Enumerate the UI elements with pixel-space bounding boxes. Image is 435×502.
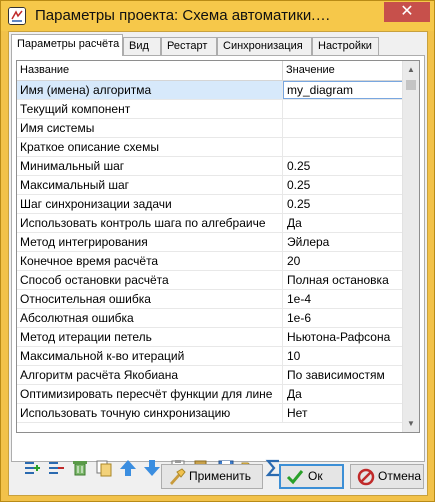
grid-header: Название Значение [17,61,403,81]
dialog-client-area: Параметры расчёта Вид Рестарт Синхрониза… [8,31,428,496]
dialog-buttons: Применить Ок Отмена [9,464,427,494]
window-title: Параметры проекта: Схема автоматики.р... [35,7,335,24]
property-value[interactable]: 0.25 [283,176,403,194]
table-row[interactable]: Относительная ошибка 1e-4 [17,290,403,309]
property-name: Использовать контроль шага по алгебраиче [17,214,283,232]
column-header-value[interactable]: Значение [283,61,403,81]
apply-button[interactable]: Применить [161,464,263,489]
property-value[interactable] [283,119,403,137]
table-row[interactable]: Максимальной к-во итераций 10 [17,347,403,366]
property-value[interactable]: my_diagram [283,81,403,99]
table-row[interactable]: Имя (имена) алгоритма my_diagram [17,81,403,100]
property-name: Конечное время расчёта [17,252,283,270]
property-value[interactable]: Да [283,214,403,232]
property-name: Способ остановки расчёта [17,271,283,289]
property-value[interactable]: 0.25 [283,195,403,213]
vertical-scrollbar[interactable]: ▲ ▼ [402,61,419,432]
table-row[interactable]: Метод итерации петель Ньютона-Рафсона [17,328,403,347]
tab-view[interactable]: Вид [123,37,161,55]
table-row[interactable]: Оптимизировать пересчёт функции для лине… [17,385,403,404]
property-name: Имя системы [17,119,283,137]
table-row[interactable]: Шаг синхронизации задачи 0.25 [17,195,403,214]
table-row[interactable]: Абсолютная ошибка 1e-6 [17,309,403,328]
table-row[interactable]: Способ остановки расчёта Полная остановка [17,271,403,290]
table-row[interactable]: Конечное время расчёта 20 [17,252,403,271]
cancel-label: Отмена [378,469,422,483]
checkmark-icon [286,468,304,486]
property-name: Использовать точную синхронизацию [17,404,283,422]
table-row[interactable]: Использовать контроль шага по алгебраиче… [17,214,403,233]
scroll-thumb[interactable] [406,80,416,90]
property-name: Алгоритм расчёта Якобиана [17,366,283,384]
table-row[interactable]: Краткое описание схемы [17,138,403,157]
close-button[interactable]: ✕ [384,2,430,22]
property-name: Шаг синхронизации задачи [17,195,283,213]
property-value[interactable]: 1e-4 [283,290,403,308]
ok-label: Ок [308,469,323,483]
property-value[interactable]: Ньютона-Рафсона [283,328,403,346]
cancel-icon [357,468,375,486]
grid-rows: Имя (имена) алгоритма my_diagram Текущий к… [17,81,403,423]
property-name: Максимальный шаг [17,176,283,194]
property-name: Текущий компонент [17,100,283,118]
property-value[interactable]: 10 [283,347,403,365]
property-name: Краткое описание схемы [17,138,283,156]
tab-restart[interactable]: Рестарт [161,37,217,55]
table-row[interactable]: Текущий компонент [17,100,403,119]
table-row[interactable]: Максимальный шаг 0.25 [17,176,403,195]
property-name: Метод интегрирования [17,233,283,251]
apply-label: Применить [189,469,252,483]
tab-sync[interactable]: Синхронизация [217,37,312,55]
property-value[interactable] [283,100,403,118]
table-row[interactable]: Алгоритм расчёта Якобиана По зависимостям [17,366,403,385]
ok-button[interactable]: Ок [279,464,344,489]
property-name: Относительная ошибка [17,290,283,308]
property-value[interactable]: По зависимостям [283,366,403,384]
property-value[interactable] [283,138,403,156]
property-value[interactable]: Да [283,385,403,403]
property-value[interactable]: 20 [283,252,403,270]
title-bar[interactable]: Параметры проекта: Схема автоматики.р...… [1,1,434,31]
property-name: Метод итерации петель [17,328,283,346]
properties-grid[interactable]: Название Значение Имя (имена) алгоритма m… [16,60,420,433]
apply-icon [168,468,186,486]
dialog-window: Параметры проекта: Схема автоматики.р...… [0,0,435,502]
tab-settings[interactable]: Настройки [312,37,379,55]
scroll-up-icon[interactable]: ▲ [403,61,419,78]
table-row[interactable]: Имя системы [17,119,403,138]
table-row[interactable]: Использовать точную синхронизацию Нет [17,404,403,423]
property-name: Максимальной к-во итераций [17,347,283,365]
table-row[interactable]: Метод интегрирования Эйлера [17,233,403,252]
property-name: Абсолютная ошибка [17,309,283,327]
property-name: Имя (имена) алгоритма [17,81,283,99]
column-header-name[interactable]: Название [17,61,283,81]
table-row[interactable]: Минимальный шаг 0.25 [17,157,403,176]
property-value[interactable]: Эйлера [283,233,403,251]
scroll-down-icon[interactable]: ▼ [403,415,419,432]
property-name: Минимальный шаг [17,157,283,175]
property-name: Оптимизировать пересчёт функции для лине [17,385,283,403]
property-value[interactable]: 1e-6 [283,309,403,327]
tab-strip: Параметры расчёта Вид Рестарт Синхрониза… [11,34,425,56]
cancel-button[interactable]: Отмена [350,464,424,489]
tab-calc-params[interactable]: Параметры расчёта [11,34,123,56]
property-value[interactable]: 0.25 [283,157,403,175]
property-value[interactable]: Полная остановка [283,271,403,289]
tab-panel: Название Значение Имя (имена) алгоритма m… [11,55,425,477]
property-value[interactable]: Нет [283,404,403,422]
app-icon [8,7,26,25]
